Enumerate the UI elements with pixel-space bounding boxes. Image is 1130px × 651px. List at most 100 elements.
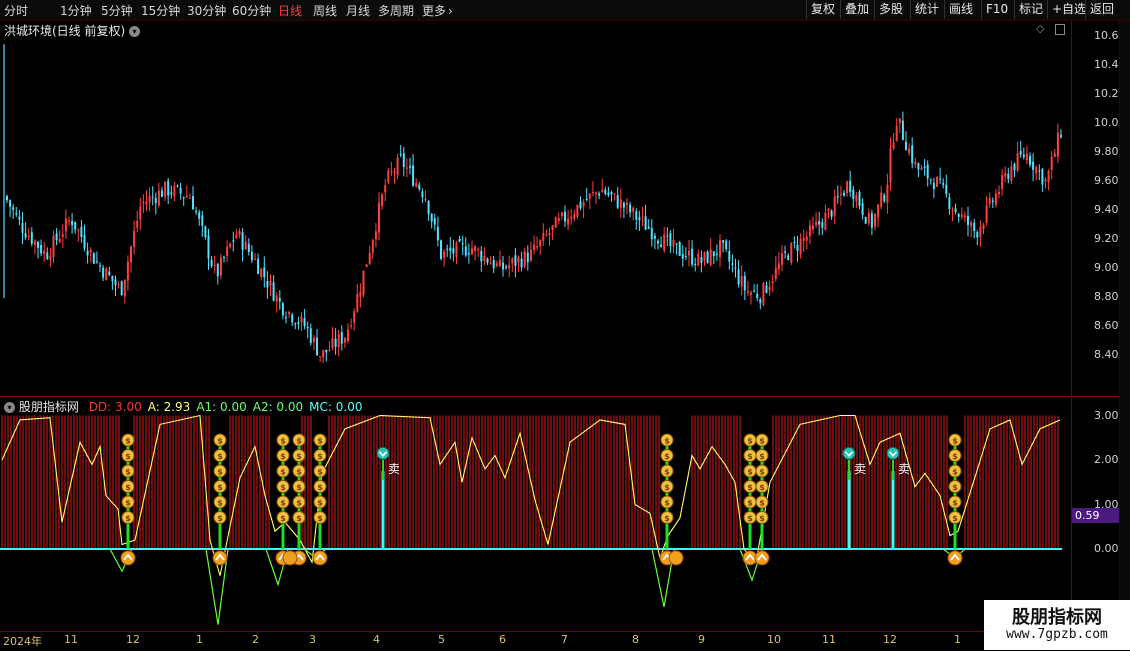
candle <box>139 197 142 231</box>
time-label: 5 <box>438 633 445 646</box>
candle <box>294 322 297 330</box>
candle-body <box>492 260 495 269</box>
candle <box>1010 160 1013 185</box>
candle-body <box>669 233 672 247</box>
tool-button-fuquan[interactable]: 复权 <box>806 0 839 19</box>
candle-body <box>272 282 275 301</box>
period-tab-60min[interactable]: 60分钟 <box>232 2 271 19</box>
period-tab-daily[interactable]: 日线 <box>278 2 302 19</box>
candle <box>895 118 898 142</box>
tool-button-stats[interactable]: 统计 <box>910 0 943 19</box>
coin-dollar-glyph: $ <box>317 483 323 492</box>
tool-button-f10[interactable]: F10 <box>981 0 1012 19</box>
candle <box>393 168 396 184</box>
candle <box>347 323 349 344</box>
period-tab-30min[interactable]: 30分钟 <box>187 2 226 19</box>
candle-body <box>1004 173 1007 177</box>
candle-body <box>210 259 213 267</box>
candle <box>288 310 291 319</box>
candle <box>622 201 625 219</box>
tool-button-multistock[interactable]: 多股 <box>874 0 907 19</box>
candle-body <box>223 257 225 259</box>
period-tab-weekly[interactable]: 周线 <box>313 2 337 19</box>
coin-dollar-glyph: $ <box>125 514 131 523</box>
candle <box>598 191 601 200</box>
candle-body <box>412 165 415 186</box>
tool-button-add-watchlist[interactable]: +自选 <box>1047 0 1090 19</box>
price-label: 9.60 <box>1094 174 1119 187</box>
candlestick-chart[interactable] <box>0 21 1070 396</box>
period-tab-more[interactable]: 更多 › <box>422 2 453 19</box>
candle <box>681 245 684 267</box>
period-tab-15min[interactable]: 15分钟 <box>141 2 180 19</box>
candle <box>951 207 954 222</box>
candle <box>123 279 126 304</box>
candle <box>805 231 808 250</box>
candle-body <box>533 244 535 250</box>
indicator-chart[interactable]: $$$$$$$$$$$$$$$$$$$$$$$$$$$$$$$$$$$$$$$$… <box>0 398 1070 630</box>
candle <box>170 185 173 199</box>
price-label: 9.40 <box>1094 203 1119 216</box>
candle <box>9 199 12 217</box>
candle-body <box>945 184 948 195</box>
candle-body <box>343 337 346 343</box>
candle <box>449 236 452 260</box>
tool-button-mark[interactable]: 标记 <box>1014 0 1047 19</box>
candle-body <box>722 240 725 243</box>
candle <box>1053 148 1056 158</box>
candle-body <box>982 224 985 230</box>
candle-body <box>483 256 486 262</box>
candle-body <box>905 141 907 151</box>
candle-body <box>802 237 805 242</box>
candle <box>74 221 77 234</box>
coin-dollar-glyph: $ <box>952 467 958 476</box>
candle <box>610 190 613 202</box>
period-tab-5min[interactable]: 5分钟 <box>101 2 133 19</box>
candle <box>1060 129 1062 139</box>
candle-body <box>725 240 728 250</box>
candle <box>402 147 405 177</box>
period-tab-1min[interactable]: 1分钟 <box>60 2 92 19</box>
candle-body <box>40 245 43 254</box>
candle <box>697 249 700 267</box>
coin-dollar-glyph: $ <box>296 514 302 523</box>
price-label: 9.20 <box>1094 232 1119 245</box>
up-arrow-icon <box>947 550 963 566</box>
period-tab-monthly[interactable]: 月线 <box>346 2 370 19</box>
candle-body <box>142 201 145 204</box>
price-label: 8.80 <box>1094 290 1119 303</box>
candle-body <box>712 251 715 257</box>
candle <box>650 219 653 247</box>
candle <box>77 228 80 242</box>
candle-body <box>762 282 765 305</box>
candle-body <box>154 197 157 203</box>
tool-button-back[interactable]: 返回 <box>1085 0 1118 19</box>
candle <box>936 176 938 187</box>
candle <box>790 241 793 266</box>
candle-body <box>799 238 802 255</box>
candle-body <box>843 193 845 196</box>
candle-body <box>793 242 796 244</box>
price-label: 9.00 <box>1094 261 1119 274</box>
period-tab-fenshi[interactable]: 分时 <box>4 2 28 19</box>
candle <box>815 211 818 229</box>
period-tab-multi[interactable]: 多周期 <box>378 2 414 19</box>
time-label: 2 <box>252 633 259 646</box>
top-toolbar: 分时 1分钟 5分钟 15分钟 30分钟 60分钟 日线 周线 月线 多周期 更… <box>0 0 1130 21</box>
candle-body <box>979 226 982 238</box>
coin-dollar-glyph: $ <box>747 436 753 445</box>
tool-button-overlay[interactable]: 叠加 <box>840 0 873 19</box>
candle-body <box>111 275 114 282</box>
candle <box>244 235 247 250</box>
price-label: 8.40 <box>1094 348 1119 361</box>
candle <box>219 253 222 280</box>
watermark-url: www.7gpzb.com <box>1006 627 1108 642</box>
candle <box>92 252 95 264</box>
price-axis: 10.60 10.40 10.20 10.00 9.80 9.60 9.40 9… <box>1071 21 1126 396</box>
candle-body <box>1025 153 1028 161</box>
tool-button-drawline[interactable]: 画线 <box>944 0 977 19</box>
candle-body <box>480 250 483 262</box>
candle-body <box>1044 179 1047 182</box>
candle <box>712 251 715 264</box>
candle-body <box>449 247 452 251</box>
